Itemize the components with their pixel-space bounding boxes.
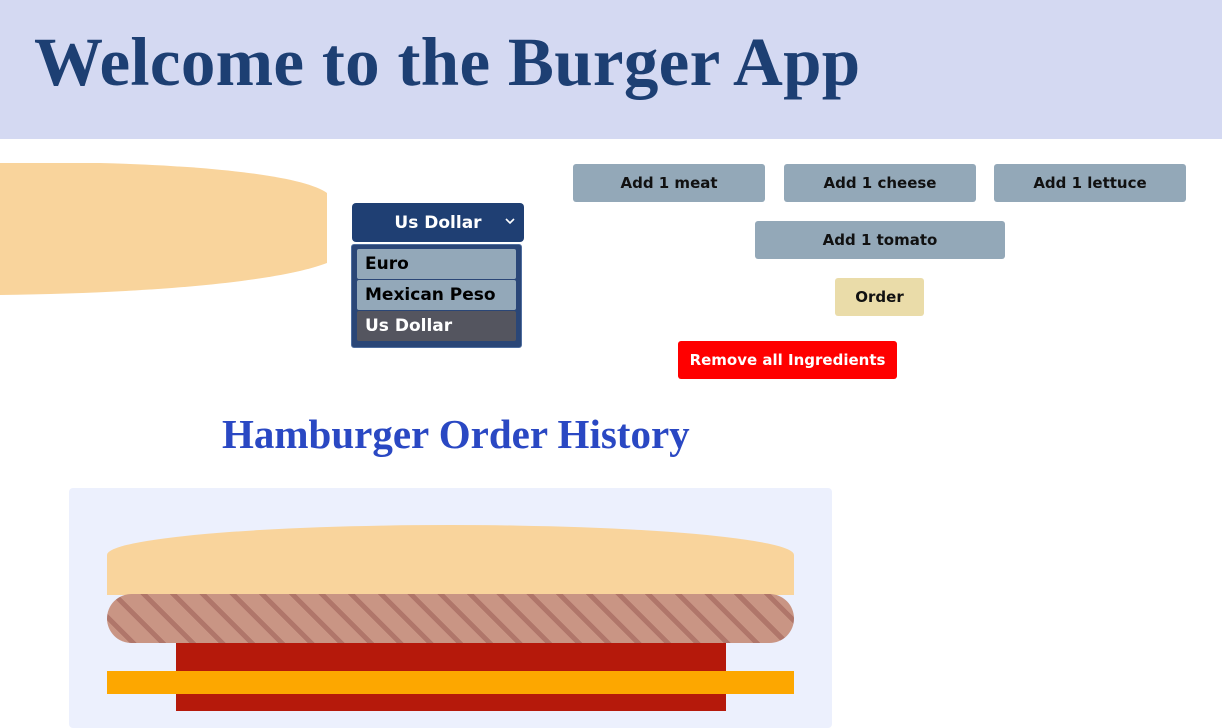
add-meat-button[interactable]: Add 1 meat <box>573 164 765 202</box>
currency-option-mexican-peso[interactable]: Mexican Peso <box>357 280 516 310</box>
order-history-title: Hamburger Order History <box>222 411 690 457</box>
currency-select[interactable]: Us Dollar <box>352 203 524 242</box>
currency-option-euro[interactable]: Euro <box>357 249 516 279</box>
currency-selected-label: Us Dollar <box>394 212 482 233</box>
history-burger-meat <box>107 594 794 643</box>
order-button[interactable]: Order <box>835 278 924 316</box>
currency-option-us-dollar[interactable]: Us Dollar <box>357 311 516 341</box>
history-burger-cheese <box>107 671 794 694</box>
app-header: Welcome to the Burger App <box>0 0 1222 139</box>
add-tomato-button[interactable]: Add 1 tomato <box>755 221 1005 259</box>
currency-dropdown-list: Euro Mexican Peso Us Dollar <box>351 244 522 348</box>
history-burger-top-bun <box>107 525 794 595</box>
add-cheese-button[interactable]: Add 1 cheese <box>784 164 976 202</box>
add-lettuce-button[interactable]: Add 1 lettuce <box>994 164 1186 202</box>
remove-all-ingredients-button[interactable]: Remove all Ingredients <box>678 341 897 379</box>
burger-bun-preview <box>0 163 327 295</box>
page-title: Welcome to the Burger App <box>34 24 861 100</box>
chevron-down-icon <box>505 218 515 225</box>
